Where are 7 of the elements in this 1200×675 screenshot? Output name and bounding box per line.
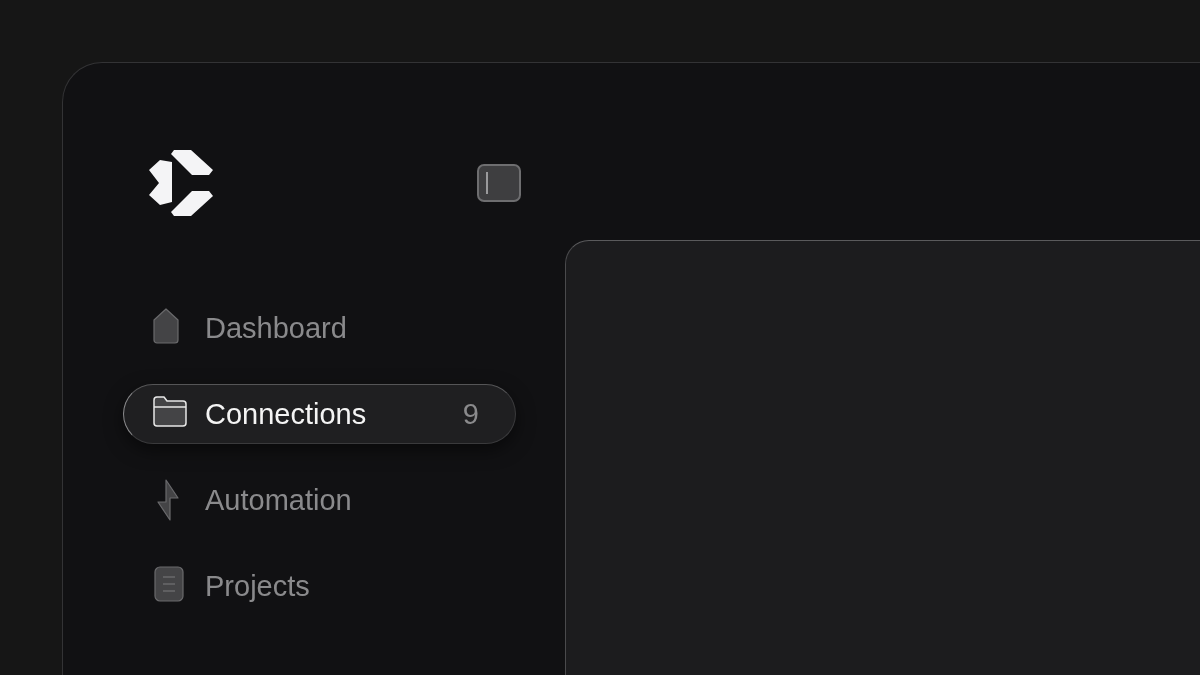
sidebar-toggle-button[interactable] — [477, 164, 521, 202]
nav-item[interactable]: Dashboard — [123, 298, 516, 358]
item-count: 9 — [462, 397, 479, 431]
nav-item[interactable]: Connections 9 — [123, 384, 516, 444]
nav-item[interactable]: Automation — [123, 470, 516, 530]
nav-item[interactable]: Projects — [123, 556, 516, 616]
logo-icon — [149, 150, 215, 216]
